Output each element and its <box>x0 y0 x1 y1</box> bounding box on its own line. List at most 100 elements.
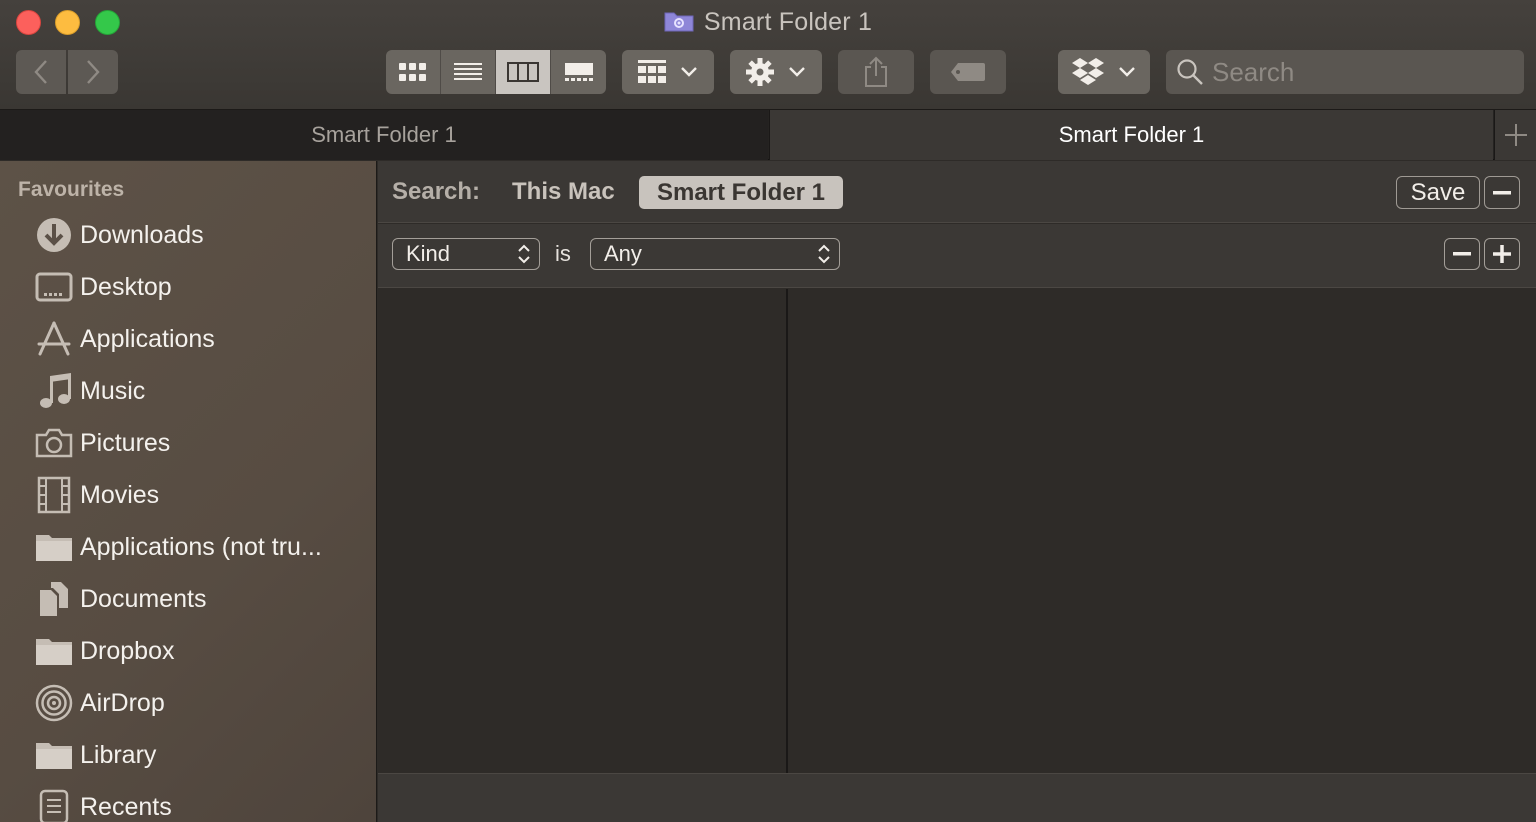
criteria-value: Any <box>604 241 642 266</box>
chevron-down-icon <box>789 67 805 77</box>
add-criteria-button[interactable] <box>1484 238 1520 270</box>
gallery-view-button[interactable] <box>551 50 606 94</box>
tags-button[interactable] <box>930 50 1006 94</box>
forward-button[interactable] <box>68 50 118 94</box>
updown-arrows-icon <box>518 244 530 264</box>
sidebar-item-label: Desktop <box>80 272 172 301</box>
search-field[interactable]: Search <box>1166 50 1524 94</box>
list-icon <box>454 63 482 80</box>
sidebar-item-label: AirDrop <box>80 688 165 717</box>
minus-icon <box>1453 252 1471 256</box>
music-icon <box>34 371 74 411</box>
downloads-icon <box>34 215 74 255</box>
column-divider[interactable] <box>786 289 788 774</box>
dropbox-menu-button[interactable] <box>1058 50 1150 94</box>
sidebar-item-dropbox[interactable]: Dropbox <box>34 629 364 673</box>
window-title-container: Smart Folder 1 <box>0 8 1536 37</box>
tab-smart-folder-1-active[interactable]: Smart Folder 1 <box>769 110 1493 160</box>
search-scope-bar: Search: This Mac Smart Folder 1 Save <box>378 161 1536 223</box>
grid-icon <box>399 63 426 81</box>
sidebar-item-movies[interactable]: Movies <box>34 473 364 517</box>
gear-icon <box>746 58 774 86</box>
sidebar-item-label: Movies <box>80 480 160 509</box>
sidebar-item-label: Documents <box>80 584 207 613</box>
scope-this-mac-button[interactable]: This Mac <box>512 178 615 206</box>
sidebar-item-applications-not-trusted[interactable]: Applications (not tru... <box>34 525 364 569</box>
new-tab-button[interactable] <box>1494 110 1536 160</box>
share-button[interactable] <box>838 50 914 94</box>
plus-icon <box>1504 124 1527 146</box>
desktop-icon <box>34 267 74 307</box>
film-icon <box>34 475 74 515</box>
sidebar-item-airdrop[interactable]: AirDrop <box>34 681 364 725</box>
columns-icon <box>507 62 539 82</box>
tab-label: Smart Folder 1 <box>1058 122 1205 147</box>
plus-icon <box>1493 245 1511 263</box>
sidebar-item-pictures[interactable]: Pictures <box>34 421 364 465</box>
sidebar-item-downloads[interactable]: Downloads <box>34 213 364 257</box>
updown-arrows-icon <box>818 244 830 264</box>
minus-icon <box>1493 190 1511 194</box>
remove-criteria-button[interactable] <box>1444 238 1480 270</box>
view-mode-control <box>386 50 606 94</box>
share-icon <box>865 56 887 87</box>
gallery-icon <box>564 63 593 81</box>
save-button[interactable]: Save <box>1396 176 1480 209</box>
chevron-right-icon <box>87 60 100 84</box>
chevron-down-icon <box>681 67 697 77</box>
search-icon <box>1177 59 1203 85</box>
dropbox-icon <box>1072 58 1104 85</box>
search-scope-label: Search: <box>392 178 481 205</box>
column-view-button[interactable] <box>496 50 551 94</box>
applications-icon <box>34 319 74 359</box>
tag-icon <box>951 63 985 81</box>
back-button[interactable] <box>16 50 66 94</box>
sidebar-item-recents[interactable]: Recents <box>34 785 364 822</box>
folder-icon <box>34 631 74 671</box>
icon-view-button[interactable] <box>386 50 441 94</box>
window-title: Smart Folder 1 <box>703 8 873 36</box>
sidebar-item-documents[interactable]: Documents <box>34 577 364 621</box>
sidebar-item-label: Music <box>80 376 146 405</box>
sidebar-item-label: Applications <box>80 324 215 353</box>
scope-smart-folder-button[interactable]: Smart Folder 1 <box>639 176 843 209</box>
criteria-attribute-value: Kind <box>406 241 451 266</box>
sidebar-item-desktop[interactable]: Desktop <box>34 265 364 309</box>
documents-icon <box>34 579 74 619</box>
folder-icon <box>34 527 74 567</box>
sidebar-item-label: Recents <box>80 792 172 821</box>
sidebar-item-library[interactable]: Library <box>34 733 364 777</box>
camera-icon <box>34 423 74 463</box>
tab-label: Smart Folder 1 <box>311 122 457 147</box>
folder-icon <box>34 735 74 775</box>
status-bar <box>378 773 1536 822</box>
chevron-down-icon <box>1119 67 1135 77</box>
criteria-operator: is <box>555 241 571 266</box>
airdrop-icon <box>34 683 74 723</box>
tab-smart-folder-1[interactable]: Smart Folder 1 <box>0 110 768 160</box>
sidebar-item-label: Applications (not tru... <box>80 532 322 561</box>
sidebar-item-music[interactable]: Music <box>34 369 364 413</box>
window-titlebar: Smart Folder 1 Search <box>0 0 1536 110</box>
search-criteria-row: Kind is Any <box>378 224 1536 288</box>
main-content: Search: This Mac Smart Folder 1 Save Kin… <box>378 161 1536 822</box>
action-menu-button[interactable] <box>730 50 822 94</box>
sidebar-item-label: Library <box>80 740 157 769</box>
sidebar: Favourites Downloads Desktop Application… <box>0 161 377 822</box>
smart-folder-icon <box>664 10 694 32</box>
remove-search-button[interactable] <box>1484 176 1520 209</box>
criteria-value-popup[interactable]: Any <box>590 238 840 270</box>
sidebar-item-label: Dropbox <box>80 636 175 665</box>
tab-bar: Smart Folder 1 Smart Folder 1 <box>0 110 1536 160</box>
group-grid-icon <box>638 60 666 83</box>
recents-icon <box>34 787 74 822</box>
sidebar-section-header: Favourites <box>18 178 125 201</box>
group-by-button[interactable] <box>622 50 714 94</box>
search-placeholder: Search <box>1212 56 1295 87</box>
list-view-button[interactable] <box>441 50 496 94</box>
sidebar-item-label: Downloads <box>80 220 204 249</box>
sidebar-item-label: Pictures <box>80 428 171 457</box>
criteria-attribute-popup[interactable]: Kind <box>392 238 540 270</box>
chevron-left-icon <box>34 60 47 84</box>
sidebar-item-applications[interactable]: Applications <box>34 317 364 361</box>
